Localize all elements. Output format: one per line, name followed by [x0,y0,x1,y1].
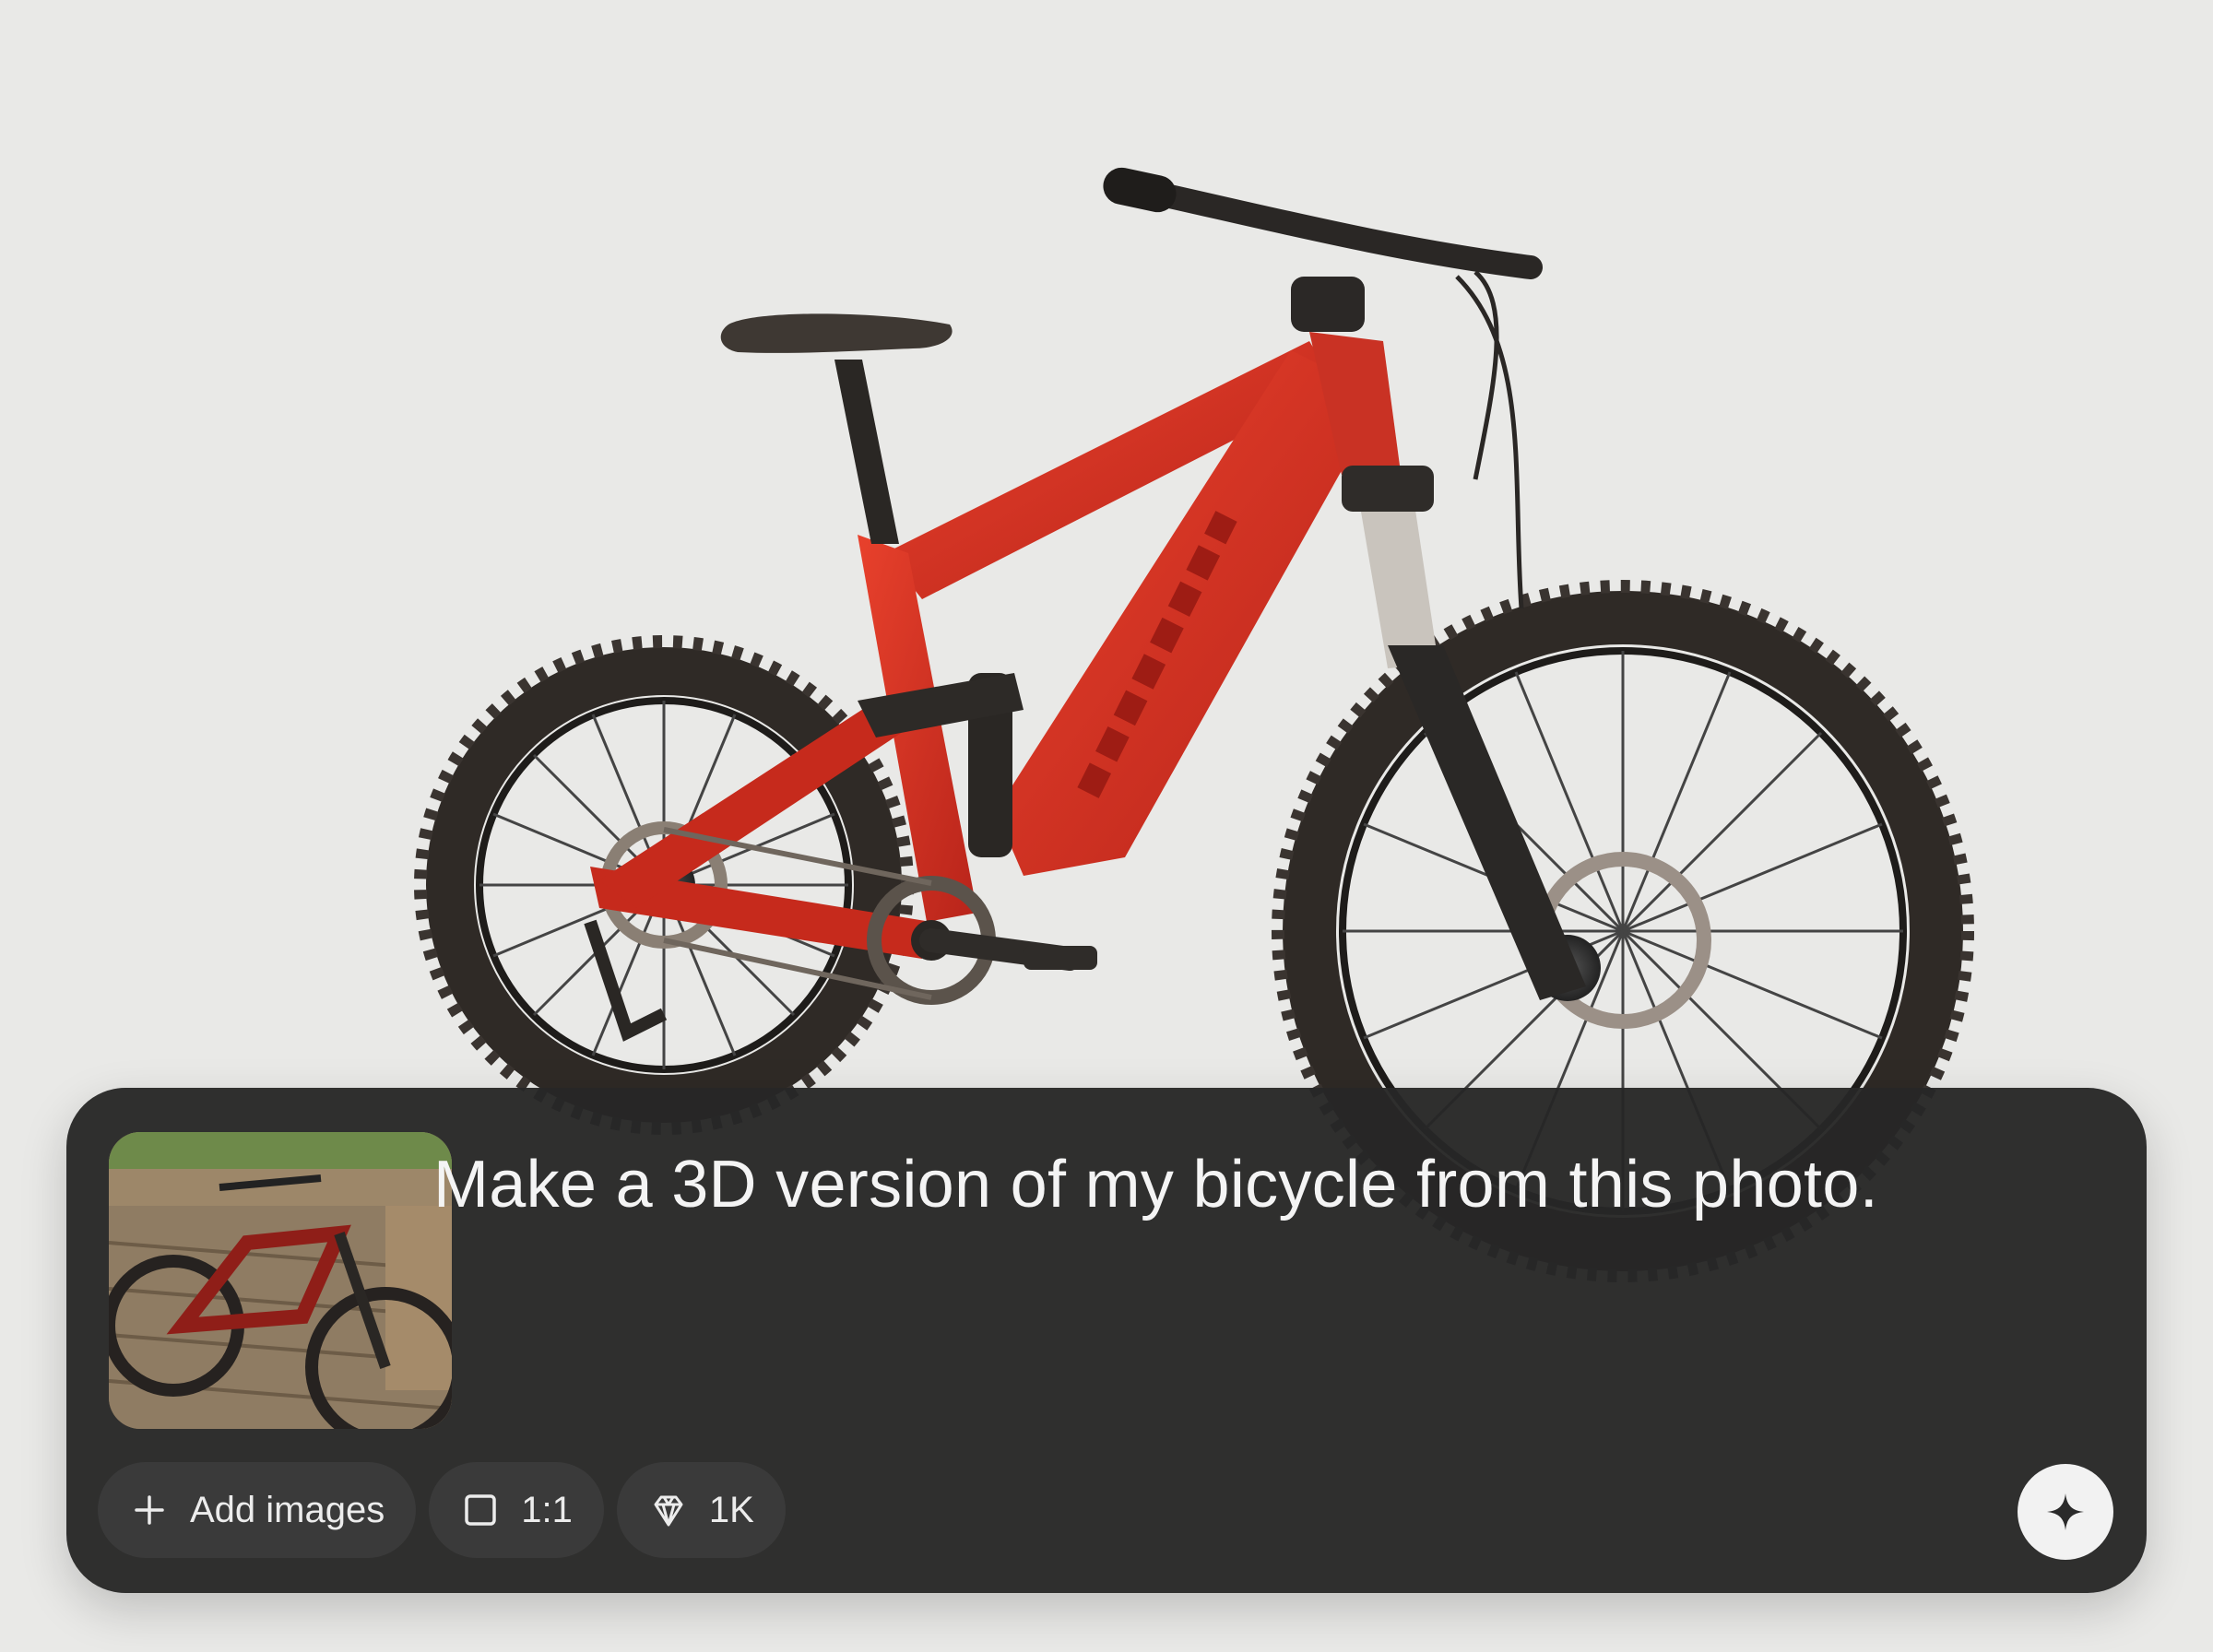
composer-toolbar: Add images 1:1 1K [98,1462,786,1558]
add-images-button[interactable]: Add images [98,1462,417,1558]
aspect-ratio-label: 1:1 [521,1489,573,1530]
sparkle-icon [2047,1493,2084,1530]
canvas: Make a 3D version of my bicycle from thi… [0,0,2213,1652]
diamond-icon [648,1490,689,1530]
add-images-label: Add images [190,1489,385,1530]
prompt-composer[interactable]: Make a 3D version of my bicycle from thi… [66,1088,2147,1593]
resolution-label: 1K [708,1489,754,1530]
square-icon [460,1490,501,1530]
plus-icon [129,1490,170,1530]
bicycle-photo [109,1132,452,1429]
saddle [720,313,953,544]
generate-button[interactable] [2018,1464,2113,1560]
aspect-ratio-button[interactable]: 1:1 [429,1462,604,1558]
resolution-button[interactable]: 1K [616,1462,786,1558]
attached-image-thumbnail[interactable] [109,1132,452,1429]
prompt-text[interactable]: Make a 3D version of my bicycle from thi… [433,1143,2075,1226]
